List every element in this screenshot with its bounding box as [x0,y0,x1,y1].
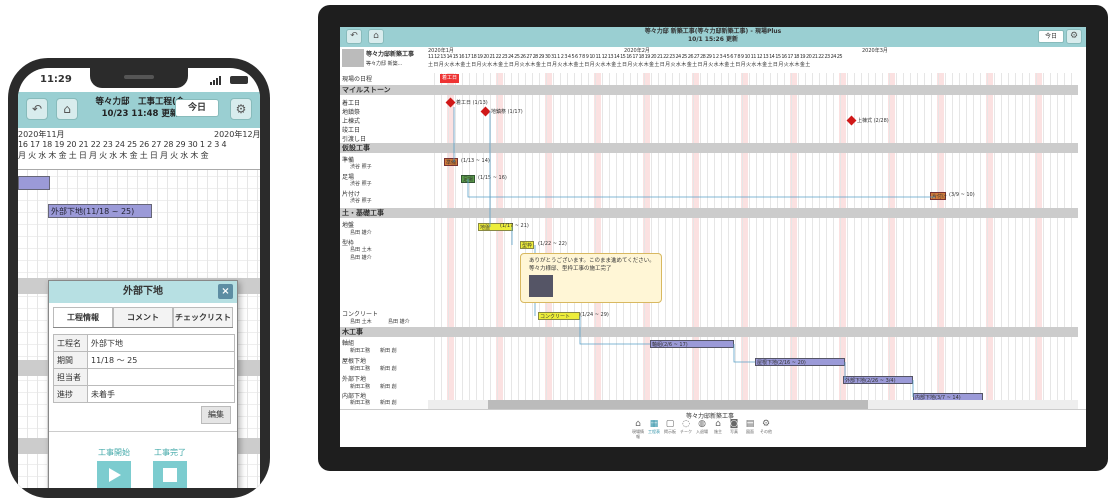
nav-label: その他 [760,429,772,434]
nav-label: 写真 [730,429,738,434]
table-row: 工程名 外部下地 [53,334,235,352]
edit-button[interactable]: 編集 [201,406,231,424]
dependency-lines [453,107,935,397]
table-row: 担当者 [53,368,235,386]
start-work-button[interactable]: 工事開始 [89,447,139,488]
bar-label: 外部下地 [51,207,83,216]
month-label: 2020年11月 [18,130,65,139]
tab-process-info[interactable]: 工程情報 [53,307,113,327]
start-label: 工事開始 [98,448,130,457]
weekday-row: 月 火 水 木 金 土 日 月 火 水 木 金 土 日 月 火 水 木 金 [18,151,209,160]
nav-owner[interactable]: ⌂ 施主 [711,419,725,439]
info-table: 工程名 外部下地 期間 11/18 ～ 25 担当者 進捗 未着手 [53,334,235,403]
gantt-bar[interactable] [18,176,50,190]
complete-label: 工事完了 [154,448,186,457]
nav-bar: ⌂ 現場情報 ▦ 工程表 ▢ 掲示板 ◌ チーク ◍ 入退場 ⌂ 施主 ◙ 写真 ▤ 図面 ⚙ そ… [630,419,774,439]
nav-board[interactable]: ▢ 掲示板 [663,419,677,439]
comment-text: ありがとうございます。このまま進めてください。 [529,258,655,264]
row-value [87,368,235,386]
nav-label: 施主 [714,429,722,434]
nav-schedule[interactable]: ▦ 工程表 [647,419,661,439]
comment-bubble[interactable]: ありがとうございます。このまま進めてください。 等々力様邸、型枠工事の施工完了 [520,253,662,303]
dialog-title-text: 外部下地 [123,286,163,297]
row-value: 未着手 [87,385,235,403]
nav-site-info[interactable]: ⌂ 現場情報 [631,419,645,439]
back-button[interactable]: ↶ [26,98,48,120]
nav-label: 掲示板 [664,429,676,434]
nav-label: チーク [680,429,692,434]
signal-icon [210,76,222,88]
nav-photo[interactable]: ◙ 写真 [727,419,741,439]
settings-button[interactable]: ⚙ [230,98,252,120]
table-row: 期間 11/18 ～ 25 [53,351,235,369]
battery-icon [230,76,248,84]
comment-text: 等々力様邸、型枠工事の施工完了 [529,266,612,272]
nav-drawing[interactable]: ▤ 図面 [743,419,757,439]
bottom-nav: 等々力邸新築工事 ⌂ 現場情報 ▦ 工程表 ▢ 掲示板 ◌ チーク ◍ 入退場 ⌂ 施主 ◙… [340,409,1086,447]
today-button[interactable]: 今日 [175,99,219,117]
gantt-bar-external-base[interactable]: 外部下地(11/18 ~ 25) [48,204,152,218]
nav-label: 工程表 [648,429,660,434]
app-header: ↶ ⌂ 等々力邸 工事工程(含 10/23 11:48 更新 今日 ⚙ [18,92,260,128]
nav-label: 入退場 [696,429,708,434]
phone-device: 11:29 ↶ ⌂ 等々力邸 工事工程(含 10/23 11:48 更新 今日 … [8,58,270,498]
dialog-tabs: 工程情報 コメント チェックリスト [53,307,233,328]
month-label: 2020年12月 [214,130,260,139]
today-label: 今日 [187,103,206,113]
notch [90,68,188,88]
home-button[interactable]: ⌂ [56,98,78,120]
close-icon[interactable]: × [218,284,233,299]
nav-entry[interactable]: ◍ 入退場 [695,419,709,439]
calendar-header: 2020年11月 2020年12月 16 17 18 19 20 21 22 2… [18,128,260,170]
row-value: 外部下地 [87,334,235,352]
play-icon [97,461,131,488]
date-row: 16 17 18 19 20 21 22 23 24 25 26 27 28 2… [18,140,227,149]
row-key: 担当者 [53,368,88,386]
horizontal-scrollbar[interactable] [428,400,1078,409]
row-key: 期間 [53,351,88,369]
bar-range: (11/18 ~ 25) [83,207,135,216]
nav-label: 図面 [746,429,754,434]
nav-other[interactable]: ⚙ その他 [759,419,773,439]
status-time: 11:29 [40,74,72,85]
nav-label: 現場情報 [632,429,644,439]
row-key: 工程名 [53,334,88,352]
stop-icon [153,461,187,488]
status-bar: 11:29 [18,68,260,92]
process-detail-dialog: 外部下地 × 工程情報 コメント チェックリスト 工程名 外部下地 期間 11/18 … [48,280,238,488]
complete-work-button[interactable]: 工事完了 [145,447,195,488]
table-row: 進捗 未着手 [53,385,235,403]
tab-comment[interactable]: コメント [113,307,173,327]
tablet-screen: ↶ ⌂ 等々力邸 新築工事(等々力邸新築工事) - 現場Plus 10/1 15… [340,27,1086,447]
nav-chat[interactable]: ◌ チーク [679,419,693,439]
row-value: 11/18 ～ 25 [87,351,235,369]
dialog-title: 外部下地 × [49,281,237,303]
row-key: 進捗 [53,385,88,403]
comment-photo [529,275,553,297]
tab-checklist[interactable]: チェックリスト [173,307,233,327]
phone-screen: 11:29 ↶ ⌂ 等々力邸 工事工程(含 10/23 11:48 更新 今日 … [18,68,260,488]
